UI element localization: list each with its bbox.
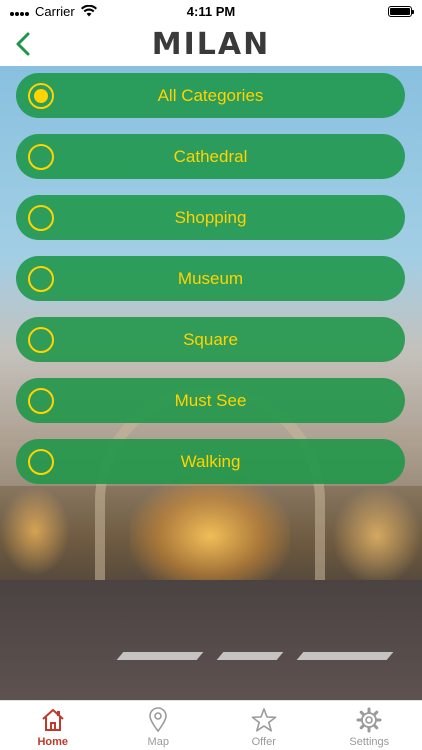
category-item-square[interactable]: Square — [16, 317, 405, 362]
navigation-bar: MILAN — [0, 22, 422, 66]
status-bar: Carrier 4:11 PM — [0, 0, 422, 22]
chevron-left-icon — [16, 32, 30, 56]
tab-label: Settings — [349, 736, 390, 748]
wifi-icon — [80, 5, 97, 17]
category-item-museum[interactable]: Museum — [16, 256, 405, 301]
gear-icon — [356, 707, 382, 733]
signal-icon — [10, 7, 29, 16]
radio-selected-dot — [34, 89, 48, 103]
radio-button[interactable] — [28, 205, 54, 231]
tab-label: Map — [147, 736, 169, 748]
category-item-all-categories[interactable]: All Categories — [16, 73, 405, 118]
map-pin-icon — [149, 707, 168, 733]
category-item-cathedral[interactable]: Cathedral — [16, 134, 405, 179]
radio-button-selected[interactable] — [28, 83, 54, 109]
category-label: All Categories — [157, 85, 264, 105]
radio-button[interactable] — [28, 266, 54, 292]
category-label: Museum — [177, 268, 244, 288]
category-label: Cathedral — [173, 146, 248, 166]
category-item-shopping[interactable]: Shopping — [16, 195, 405, 240]
category-item-walking[interactable]: Walking — [16, 439, 405, 484]
category-item-must-see[interactable]: Must See — [16, 378, 405, 423]
radio-button[interactable] — [28, 144, 54, 170]
tab-settings[interactable]: Settings — [317, 701, 422, 750]
radio-button[interactable] — [28, 449, 54, 475]
radio-button[interactable] — [28, 327, 54, 353]
tab-label: Home — [37, 736, 69, 748]
carrier-group: Carrier — [10, 4, 97, 19]
status-time: 4:11 PM — [186, 3, 236, 19]
home-icon — [42, 709, 64, 731]
star-icon — [251, 708, 277, 732]
tab-home[interactable]: Home — [0, 701, 105, 750]
category-list: All Categories Cathedral Shopping Museum… — [16, 73, 405, 500]
carrier-label: Carrier — [35, 3, 75, 19]
category-label: Square — [183, 329, 238, 349]
battery-icon — [388, 5, 414, 17]
page-title: MILAN — [151, 26, 271, 62]
tab-offer[interactable]: Offer — [211, 701, 316, 750]
radio-button[interactable] — [28, 388, 54, 414]
tab-label: Offer — [251, 736, 276, 748]
category-label: Shopping — [174, 207, 247, 227]
category-label: Walking — [180, 451, 241, 471]
tab-map[interactable]: Map — [106, 701, 211, 750]
category-label: Must See — [174, 390, 247, 410]
back-button[interactable] — [8, 28, 38, 60]
tab-bar: Home Map Offer Settings — [0, 700, 422, 750]
